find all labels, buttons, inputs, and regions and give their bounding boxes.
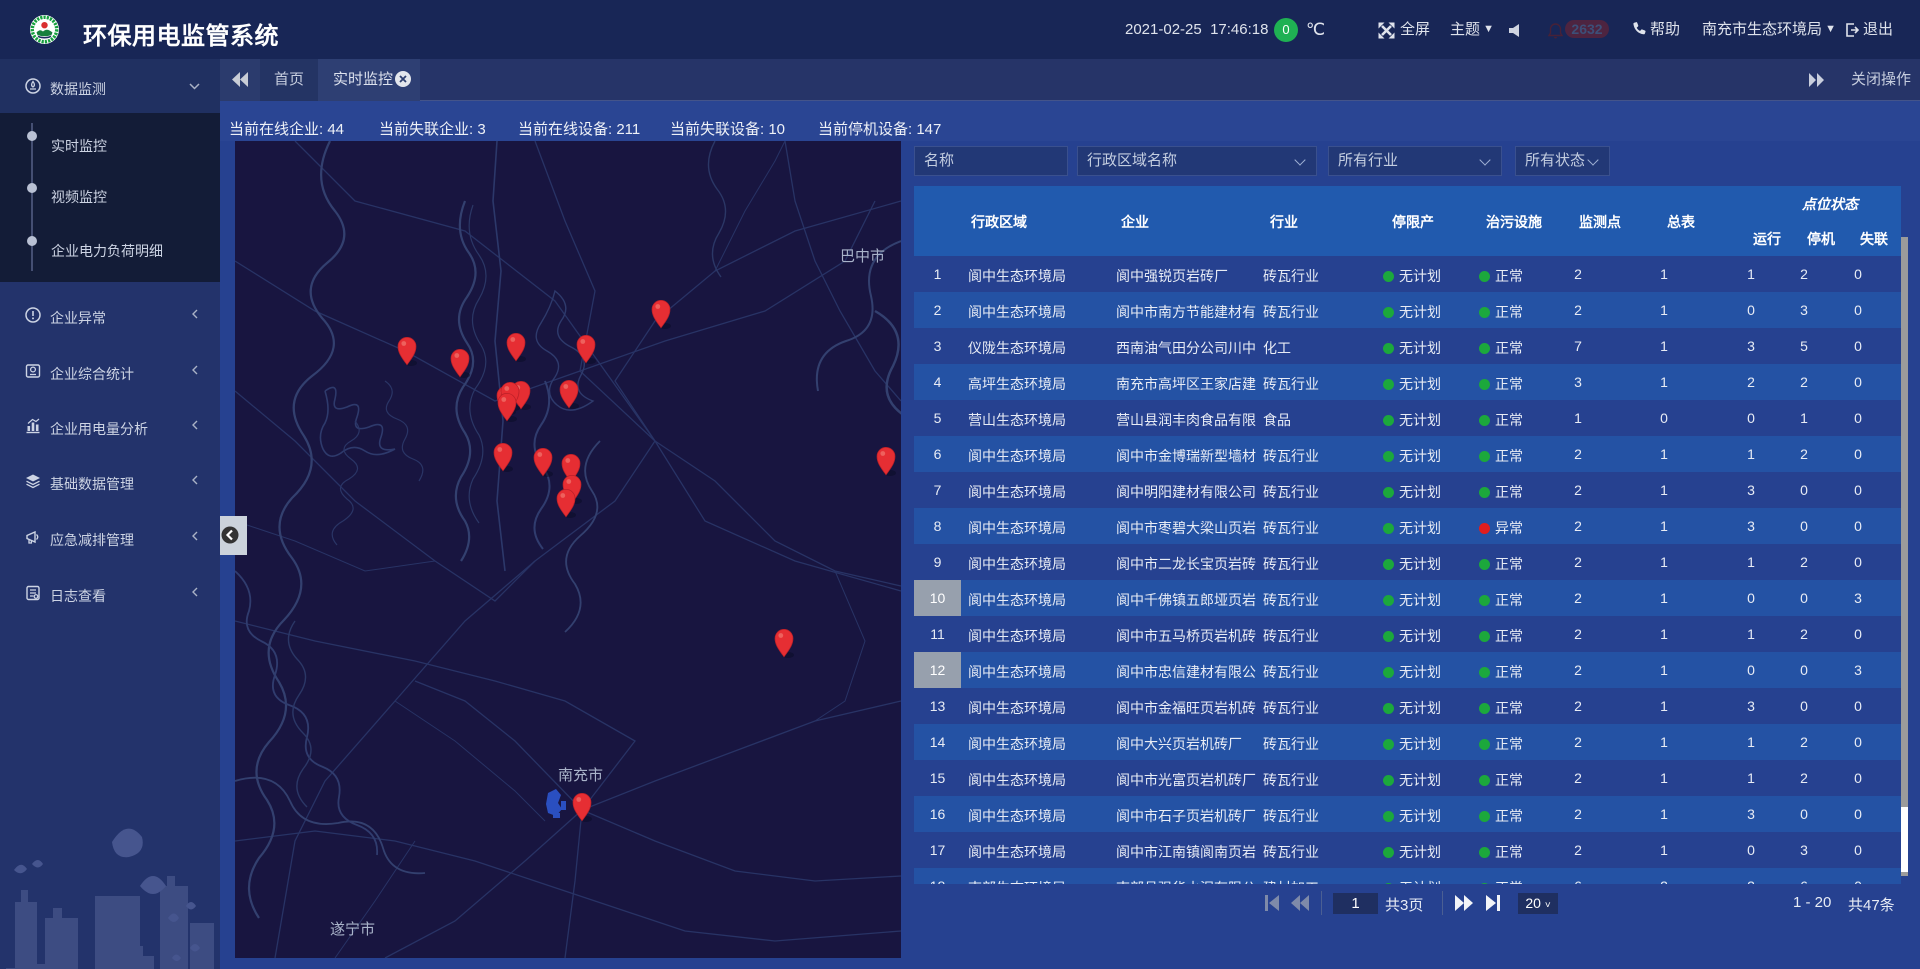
svg-text:巴中市: 巴中市 — [840, 248, 885, 265]
svg-text:南充市: 南充市 — [558, 767, 603, 784]
svg-text:遂宁市: 遂宁市 — [330, 921, 375, 938]
